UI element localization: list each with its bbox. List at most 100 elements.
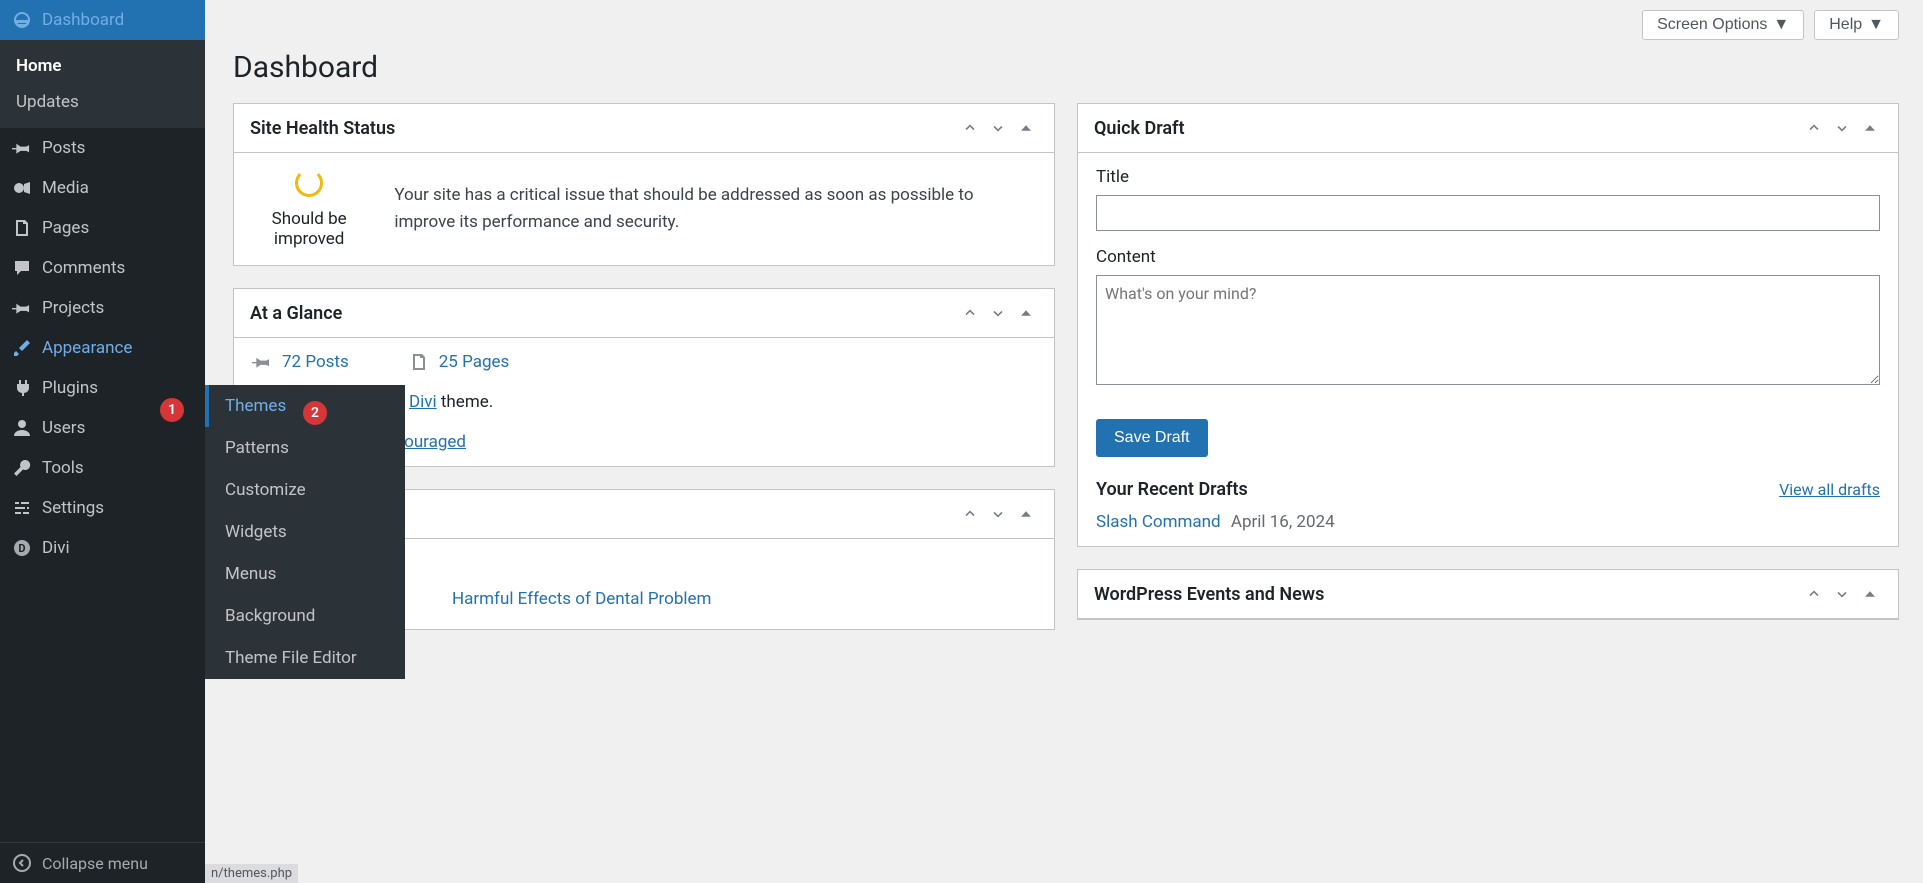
comment-icon — [12, 258, 32, 278]
admin-sidebar: Dashboard Home Updates Posts Media Pages… — [0, 0, 205, 883]
glance-pages-label: 25 Pages — [439, 352, 510, 372]
menu-comments[interactable]: Comments — [0, 248, 205, 288]
collapse-icon — [12, 853, 32, 873]
menu-media[interactable]: Media — [0, 168, 205, 208]
view-all-drafts-link[interactable]: View all drafts — [1779, 480, 1880, 499]
move-up-icon[interactable] — [958, 301, 982, 325]
submenu-updates[interactable]: Updates — [0, 84, 205, 120]
flyout-background[interactable]: Background — [205, 595, 405, 637]
draft-content-input[interactable] — [1096, 275, 1880, 385]
box-title: Quick Draft — [1094, 118, 1185, 139]
box-title: At a Glance — [250, 303, 342, 324]
move-up-icon[interactable] — [958, 502, 982, 526]
menu-label: Comments — [42, 258, 125, 278]
recent-drafts-title: Your Recent Drafts — [1096, 479, 1248, 500]
site-health-box: Site Health Status Should be improved Yo… — [233, 103, 1055, 266]
text-fragment: theme. — [437, 392, 494, 412]
main-content: Screen Options ▼ Help ▼ Dashboard Site H… — [205, 0, 1923, 883]
dashboard-icon — [12, 10, 32, 30]
plug-icon — [12, 378, 32, 398]
caret-down-icon: ▼ — [1868, 16, 1884, 34]
menu-label: Divi — [42, 538, 70, 558]
menu-tools[interactable]: Tools — [0, 448, 205, 488]
user-icon — [12, 418, 32, 438]
flyout-patterns[interactable]: Patterns — [205, 427, 405, 469]
submenu-home[interactable]: Home — [0, 48, 205, 84]
move-up-icon[interactable] — [1802, 116, 1826, 140]
flyout-widgets[interactable]: Widgets — [205, 511, 405, 553]
menu-label: Plugins — [42, 378, 98, 398]
page-title: Dashboard — [233, 50, 1899, 85]
draft-item: Slash Command April 16, 2024 — [1096, 512, 1880, 532]
glance-pages[interactable]: 25 Pages — [409, 352, 510, 372]
button-label: Help — [1829, 16, 1862, 34]
button-label: Screen Options — [1657, 16, 1767, 34]
toggle-icon[interactable] — [1858, 582, 1882, 606]
move-down-icon[interactable] — [1830, 116, 1854, 140]
menu-divi[interactable]: D Divi — [0, 528, 205, 568]
media-icon — [12, 178, 32, 198]
menu-posts[interactable]: Posts — [0, 128, 205, 168]
menu-settings[interactable]: Settings — [0, 488, 205, 528]
divi-icon: D — [12, 538, 32, 558]
draft-title-input[interactable] — [1096, 195, 1880, 231]
wrench-icon — [12, 458, 32, 478]
pin-icon — [12, 298, 32, 318]
annotation-badge-1: 1 — [160, 398, 184, 422]
menu-label: Appearance — [42, 338, 132, 358]
move-down-icon[interactable] — [986, 502, 1010, 526]
events-box: WordPress Events and News — [1077, 569, 1899, 620]
draft-item-link[interactable]: Slash Command — [1096, 512, 1221, 532]
activity-link[interactable]: Harmful Effects of Dental Problem — [452, 589, 711, 609]
toggle-icon[interactable] — [1858, 116, 1882, 140]
sliders-icon — [12, 498, 32, 518]
collapse-label: Collapse menu — [42, 854, 148, 873]
menu-appearance[interactable]: Appearance — [0, 328, 205, 368]
pin-icon — [252, 352, 272, 372]
move-up-icon[interactable] — [1802, 582, 1826, 606]
quick-draft-box: Quick Draft Title Content — [1077, 103, 1899, 547]
help-button[interactable]: Help ▼ — [1814, 10, 1899, 40]
menu-label: Tools — [42, 458, 84, 478]
flyout-editor[interactable]: Theme File Editor — [205, 637, 405, 679]
brush-icon — [12, 338, 32, 358]
toggle-icon[interactable] — [1014, 301, 1038, 325]
menu-label: Settings — [42, 498, 104, 518]
theme-link[interactable]: Divi — [409, 392, 437, 412]
content-label: Content — [1096, 247, 1880, 267]
toggle-icon[interactable] — [1014, 116, 1038, 140]
menu-label: Media — [42, 178, 89, 198]
box-title: Site Health Status — [250, 118, 395, 139]
menu-label: Users — [42, 418, 85, 438]
move-down-icon[interactable] — [986, 116, 1010, 140]
toggle-icon[interactable] — [1014, 502, 1038, 526]
flyout-customize[interactable]: Customize — [205, 469, 405, 511]
move-down-icon[interactable] — [1830, 582, 1854, 606]
appearance-flyout: Themes Patterns Customize Widgets Menus … — [205, 385, 405, 679]
pin-icon — [12, 138, 32, 158]
save-draft-button[interactable]: Save Draft — [1096, 419, 1208, 457]
annotation-badge-2: 2 — [303, 401, 327, 425]
health-status: Should be improved — [254, 209, 364, 249]
status-bar: n/themes.php — [205, 864, 298, 883]
top-bar: Screen Options ▼ Help ▼ — [233, 0, 1899, 50]
pages-icon — [409, 352, 429, 372]
glance-posts[interactable]: 72 Posts — [252, 352, 349, 372]
discouraged-link[interactable]: couraged — [395, 432, 466, 452]
menu-dashboard[interactable]: Dashboard — [0, 0, 205, 40]
svg-text:D: D — [18, 542, 25, 555]
menu-projects[interactable]: Projects — [0, 288, 205, 328]
caret-down-icon: ▼ — [1773, 16, 1789, 34]
draft-item-date: April 16, 2024 — [1231, 512, 1335, 532]
menu-label: Posts — [42, 138, 85, 158]
move-up-icon[interactable] — [958, 116, 982, 140]
menu-label: Projects — [42, 298, 104, 318]
menu-pages[interactable]: Pages — [0, 208, 205, 248]
spinner-icon — [295, 169, 323, 197]
screen-options-button[interactable]: Screen Options ▼ — [1642, 10, 1804, 40]
move-down-icon[interactable] — [986, 301, 1010, 325]
dashboard-submenu: Home Updates — [0, 40, 205, 128]
title-label: Title — [1096, 167, 1880, 187]
collapse-menu[interactable]: Collapse menu — [0, 842, 205, 883]
flyout-menus[interactable]: Menus — [205, 553, 405, 595]
